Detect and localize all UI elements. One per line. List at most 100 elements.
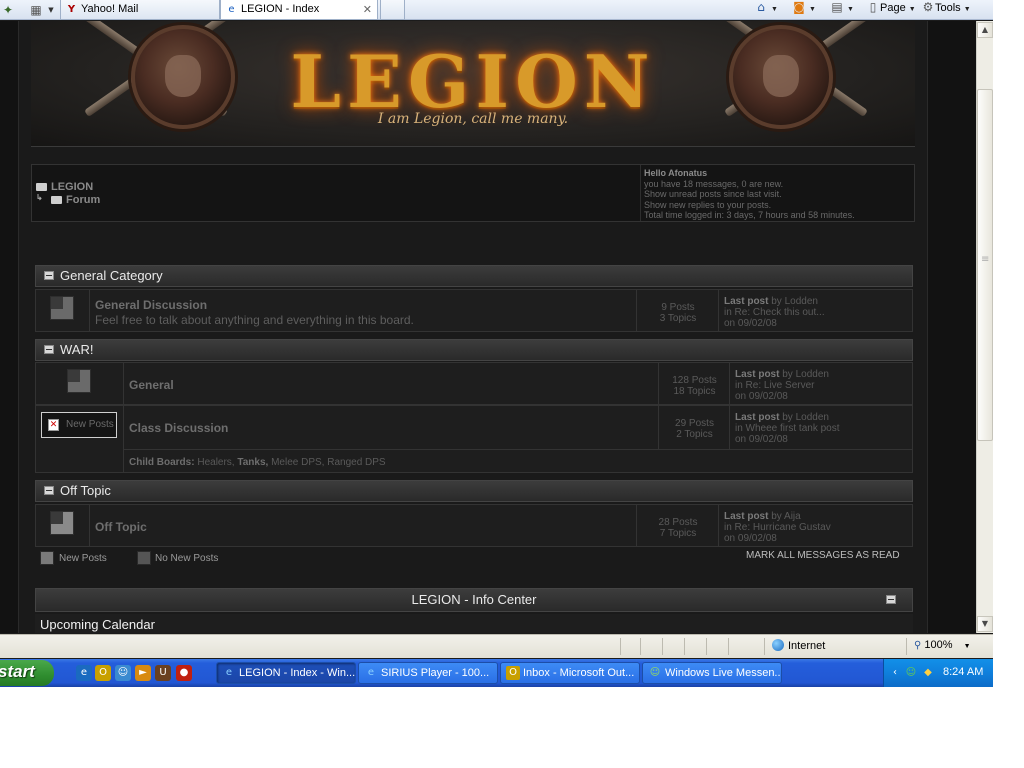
game-launcher-icon[interactable]: ●: [176, 665, 192, 681]
last-post-author[interactable]: by Lodden: [771, 296, 818, 307]
gear-icon: ⚙: [922, 0, 934, 14]
chevron-down-icon: ▼: [908, 6, 916, 13]
scroll-up-button[interactable]: ▲: [977, 22, 993, 38]
collapse-icon[interactable]: [44, 345, 54, 354]
new-replies-link[interactable]: Show new replies to your posts.: [644, 200, 915, 211]
board-icon-cell: [36, 505, 90, 546]
collapse-icon[interactable]: [44, 486, 54, 495]
board-title-link[interactable]: General Discussion: [95, 298, 207, 312]
board-icon-cell: ✕ New Posts: [36, 406, 124, 472]
board-title-link[interactable]: Off Topic: [95, 520, 147, 534]
last-post-date: on 09/02/08: [735, 434, 788, 445]
last-post-topic-link[interactable]: in Re: Live Server: [735, 380, 829, 391]
taskbar-button-legion[interactable]: e LEGION - Index - Win...: [216, 662, 356, 684]
board-title-link[interactable]: Class Discussion: [129, 421, 228, 435]
banner-tagline: I am Legion, call me many.: [377, 111, 569, 127]
breadcrumb-forum-link[interactable]: Forum: [66, 194, 100, 206]
tab-yahoo-mail[interactable]: Y Yahoo! Mail: [60, 0, 220, 20]
start-label: start: [0, 662, 35, 681]
start-button[interactable]: start: [0, 660, 54, 686]
taskbar-button-sirius[interactable]: e SIRIUS Player - 100...: [358, 662, 498, 684]
new-posts-legend-label: New Posts: [59, 553, 107, 564]
last-post-author[interactable]: by Aija: [771, 511, 800, 522]
child-board-link-melee-dps[interactable]: Melee DPS,: [271, 457, 324, 468]
breadcrumb-root-link[interactable]: LEGION: [51, 181, 93, 193]
outlook-icon[interactable]: O: [95, 665, 111, 681]
quick-tabs-icon[interactable]: ▦: [28, 2, 44, 18]
last-post-author[interactable]: by Lodden: [782, 369, 829, 380]
browser-status-bar: Internet ⚲ 100% ▼: [0, 634, 993, 658]
chevron-down-icon: ▼: [771, 6, 778, 13]
tray-collapse-icon[interactable]: ‹: [888, 666, 902, 680]
post-count: 28 Posts: [658, 517, 698, 528]
browser-tab-bar: ✦ ▦ ▼ Y Yahoo! Mail e LEGION - Index ✕ ⌂…: [0, 0, 993, 20]
last-post-info: Last post by Aija in Re: Hurricane Gusta…: [724, 511, 831, 544]
category-header-general[interactable]: General Category: [35, 265, 913, 287]
last-post-label: Last post: [735, 412, 780, 423]
no-new-posts-legend-icon: [137, 551, 151, 565]
security-shield-icon[interactable]: ◆: [921, 666, 935, 680]
vertical-scrollbar[interactable]: ▲ ▼: [976, 21, 993, 633]
category-header-war[interactable]: WAR!: [35, 339, 913, 361]
tree-branch-icon: ↳: [36, 193, 43, 202]
print-button[interactable]: ▤ ▼: [830, 0, 854, 20]
messages-link[interactable]: you have 18 messages, 0 are new.: [644, 179, 915, 190]
zoom-control[interactable]: ⚲ 100% ▼: [914, 639, 971, 651]
board-row-off-topic[interactable]: Off Topic 28 Posts 7 Topics Last post by…: [35, 504, 913, 547]
page-menu-button[interactable]: ▯ Page ▼: [866, 0, 916, 20]
category-title: Off Topic: [60, 483, 111, 498]
home-button[interactable]: ⌂ ▼: [754, 0, 778, 20]
close-tab-icon[interactable]: ✕: [363, 0, 372, 19]
media-player-icon[interactable]: ►: [135, 665, 151, 681]
messenger-icon: ☺: [649, 667, 661, 678]
messenger-status-icon[interactable]: ☺: [904, 666, 918, 680]
board-row-general[interactable]: General 128 Posts 18 Topics Last post by…: [35, 362, 913, 405]
child-board-link-tanks[interactable]: Tanks,: [237, 457, 268, 468]
clock[interactable]: 8:24 AM: [943, 666, 983, 678]
new-tab-button[interactable]: [380, 0, 405, 20]
status-separator: [764, 638, 765, 655]
status-separator: [706, 638, 707, 655]
user-greeting: Hello Afonatus: [644, 168, 708, 178]
board-title-link[interactable]: General: [129, 378, 174, 392]
category-title: WAR!: [60, 342, 94, 357]
last-post-author[interactable]: by Lodden: [782, 412, 829, 423]
info-center-header[interactable]: LEGION - Info Center: [35, 588, 913, 612]
scrollbar-thumb[interactable]: [977, 89, 993, 441]
post-count: 9 Posts: [661, 302, 695, 313]
mark-all-read-link[interactable]: MARK ALL MESSAGES AS READ: [746, 550, 900, 561]
feeds-button[interactable]: ◙ ▼: [792, 0, 816, 20]
child-board-link-healers[interactable]: Healers,: [197, 457, 234, 468]
board-icon-cell: [36, 363, 124, 404]
messenger-icon[interactable]: ☺: [115, 665, 131, 681]
unread-posts-link[interactable]: Show unread posts since last visit.: [644, 189, 915, 200]
board-row-class-discussion[interactable]: ✕ New Posts Class Discussion 29 Posts 2 …: [35, 405, 913, 473]
tools-menu-button[interactable]: ⚙ Tools ▼: [921, 0, 971, 20]
status-separator: [662, 638, 663, 655]
security-zone-label: Internet: [788, 640, 826, 652]
page-icon: ▯: [869, 0, 877, 14]
forum-page: LEGION I am Legion, call me many. LEGION…: [18, 21, 928, 633]
tab-list-dropdown-icon[interactable]: ▼: [46, 2, 56, 18]
favorites-star-icon[interactable]: ✦: [0, 2, 16, 18]
category-title: General Category: [60, 268, 163, 283]
ie-icon[interactable]: e: [76, 665, 92, 681]
last-post-topic-link[interactable]: in Wheee first tank post: [735, 423, 840, 434]
scroll-down-button[interactable]: ▼: [977, 616, 993, 632]
forum-banner[interactable]: LEGION I am Legion, call me many.: [31, 21, 915, 147]
ups-icon[interactable]: U: [155, 665, 171, 681]
upcoming-calendar-heading: Upcoming Calendar: [35, 614, 913, 633]
last-post-topic-link[interactable]: in Re: Check this out...: [724, 307, 825, 318]
taskbar-button-messenger[interactable]: ☺ Windows Live Messen...: [642, 662, 782, 684]
collapse-icon[interactable]: [886, 595, 896, 604]
last-post-topic-link[interactable]: in Re: Hurricane Gustav: [724, 522, 831, 533]
collapse-icon[interactable]: [44, 271, 54, 280]
board-row-general-discussion[interactable]: General Discussion Feel free to talk abo…: [35, 289, 913, 332]
security-zone[interactable]: Internet: [772, 639, 825, 652]
category-header-off-topic[interactable]: Off Topic: [35, 480, 913, 502]
taskbar-button-outlook[interactable]: O Inbox - Microsoft Out...: [500, 662, 640, 684]
last-post-info: Last post by Lodden in Re: Check this ou…: [724, 296, 825, 329]
child-board-link-ranged-dps[interactable]: Ranged DPS: [327, 457, 385, 468]
tab-legion-index[interactable]: e LEGION - Index ✕: [220, 0, 378, 20]
row-divider: [124, 449, 913, 450]
